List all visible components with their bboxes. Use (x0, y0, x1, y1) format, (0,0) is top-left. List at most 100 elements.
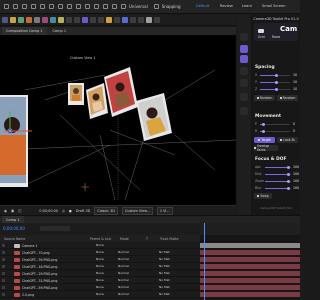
snapping-checkbox[interactable] (153, 4, 159, 9)
spacing-x-slider[interactable] (260, 74, 290, 77)
snapshot-icon[interactable]: ◎ (62, 209, 65, 213)
workspace-small-screen[interactable]: Small Screen (262, 4, 285, 8)
timeline-tracks[interactable] (200, 235, 300, 300)
layer-parent[interactable]: None (96, 257, 104, 261)
light-icon[interactable] (240, 93, 248, 101)
playhead[interactable] (204, 223, 205, 300)
layer-parent[interactable]: None (96, 278, 104, 282)
layer-mode[interactable]: Normal (118, 278, 129, 282)
layer-bar[interactable] (200, 264, 300, 269)
focus-zoom-value[interactable]: 100 (293, 179, 299, 183)
swatch-icon[interactable] (50, 17, 56, 23)
layer-parent[interactable]: None (96, 250, 104, 254)
movement-r-slider[interactable] (260, 130, 290, 133)
layer-track-matte[interactable]: No Mat (159, 278, 170, 282)
resolution-icon[interactable]: ▣ (11, 209, 14, 213)
tab-rows[interactable]: Rows (272, 35, 280, 39)
renderer-dropdown[interactable]: Classic 3D (94, 206, 118, 215)
layer-bar[interactable] (200, 250, 300, 255)
reset-icon[interactable] (240, 107, 248, 115)
layer-bar[interactable] (200, 292, 300, 297)
swatch-icon[interactable] (114, 17, 120, 23)
layer-track-matte[interactable]: No Mat (159, 285, 170, 289)
layer-bar[interactable] (200, 285, 300, 290)
tab-comp-1[interactable]: Comp 1 (49, 27, 71, 35)
layer-row[interactable]: ChatGPT...39.PNG.png None Normal No Mat (0, 256, 200, 263)
focus-distance-slider[interactable] (265, 173, 291, 176)
camera-mode-icon[interactable] (240, 45, 248, 53)
hand-tool-icon[interactable] (22, 4, 27, 9)
focus-aperture-slider[interactable] (265, 166, 291, 169)
text-tool-icon[interactable] (76, 4, 81, 9)
visibility-icon[interactable] (2, 265, 5, 268)
time-ruler[interactable] (200, 223, 300, 235)
swatch-icon[interactable] (58, 17, 64, 23)
camera-layer-bar[interactable] (200, 243, 300, 248)
camera-tool-icon[interactable] (49, 4, 54, 9)
layer-track-matte[interactable]: No Mat (159, 292, 170, 296)
layer-row[interactable]: 2.0.png None Normal No Mat (0, 291, 200, 298)
swatch-icon[interactable] (66, 17, 72, 23)
timeline-timecode[interactable]: 0;00;00;00 (3, 226, 25, 231)
layer-row[interactable]: Camera 1 None (0, 242, 200, 249)
layer-mode[interactable]: Normal (118, 250, 129, 254)
pan-tool-icon[interactable] (58, 4, 63, 9)
swatch-icon[interactable] (26, 17, 32, 23)
swatch-icon[interactable] (138, 17, 144, 23)
swatch-icon[interactable] (10, 17, 16, 23)
tab-grid[interactable]: Grid (258, 35, 265, 39)
grid-icon[interactable] (240, 33, 248, 41)
layer-name[interactable]: ChatGPT...39.PNG.png (22, 258, 57, 262)
rotate-tool-icon[interactable] (40, 4, 45, 9)
settings-icon[interactable] (240, 67, 248, 75)
visibility-icon[interactable] (2, 286, 5, 289)
layer-mode[interactable]: Normal (118, 264, 129, 268)
visibility-icon[interactable] (2, 272, 5, 275)
target-button[interactable]: Target (254, 137, 275, 143)
channel-icon[interactable]: ● (69, 209, 72, 213)
col-track-matte[interactable]: Track Matte (160, 237, 179, 241)
focus-blur-slider[interactable] (265, 187, 291, 190)
selection-tool-icon[interactable] (13, 4, 18, 9)
col-source-name[interactable]: Source Name (4, 237, 25, 241)
layer-track-matte[interactable]: No Mat (159, 257, 170, 261)
spacing-z-slider[interactable] (260, 88, 290, 91)
layer-row[interactable]: ChatGPT...59.PNG.png None Normal No Mat (0, 284, 200, 291)
visibility-icon[interactable] (2, 293, 5, 296)
overlap-faces-button[interactable]: Overlap Faces (254, 144, 278, 152)
col-mode[interactable]: Mode (120, 237, 129, 241)
home-icon[interactable] (4, 4, 9, 9)
visibility-icon[interactable] (2, 258, 5, 261)
motion-icon[interactable] (240, 79, 248, 87)
layer-name[interactable]: ChatGPT...18.PNG.png (22, 265, 57, 269)
workspace-learn[interactable]: Learn (242, 4, 252, 8)
layer-bar[interactable] (200, 271, 300, 276)
spacing-y-value[interactable]: 10 (293, 80, 297, 84)
focus-blur-value[interactable]: 100 (293, 186, 299, 190)
swatch-icon[interactable] (74, 17, 80, 23)
layer-parent[interactable]: None (96, 285, 104, 289)
eraser-tool-icon[interactable] (103, 4, 108, 9)
layer-row[interactable]: ChatGPT...31.PNG.png None Normal No Mat (0, 277, 200, 284)
focus-aperture-value[interactable]: 100 (293, 165, 299, 169)
swap-button[interactable]: Swap (254, 193, 272, 199)
random-button-1[interactable]: Random (254, 95, 275, 101)
layer-mode[interactable]: Normal (118, 271, 129, 275)
random-button-2[interactable]: Random (277, 95, 298, 101)
spacing-y-slider[interactable] (260, 81, 290, 84)
pen-tool-icon[interactable] (67, 4, 72, 9)
workspace-default[interactable]: Default (196, 4, 209, 8)
swatch-icon[interactable] (122, 17, 128, 23)
layer-mode[interactable]: Normal (118, 285, 129, 289)
swatch-icon[interactable] (146, 17, 152, 23)
zoom-tool-icon[interactable] (31, 4, 36, 9)
layer-parent[interactable]: None (96, 264, 104, 268)
look-at-button[interactable]: Look At (277, 137, 298, 143)
swatch-icon[interactable] (34, 17, 40, 23)
spacing-z-value[interactable]: 10 (293, 87, 297, 91)
swatch-icon[interactable] (98, 17, 104, 23)
view-dropdown[interactable]: Custom View... (121, 206, 153, 215)
workspace-review[interactable]: Review (220, 4, 233, 8)
layer-bar[interactable] (200, 278, 300, 283)
tab-composition[interactable]: Composition Comp 1 (2, 27, 47, 35)
